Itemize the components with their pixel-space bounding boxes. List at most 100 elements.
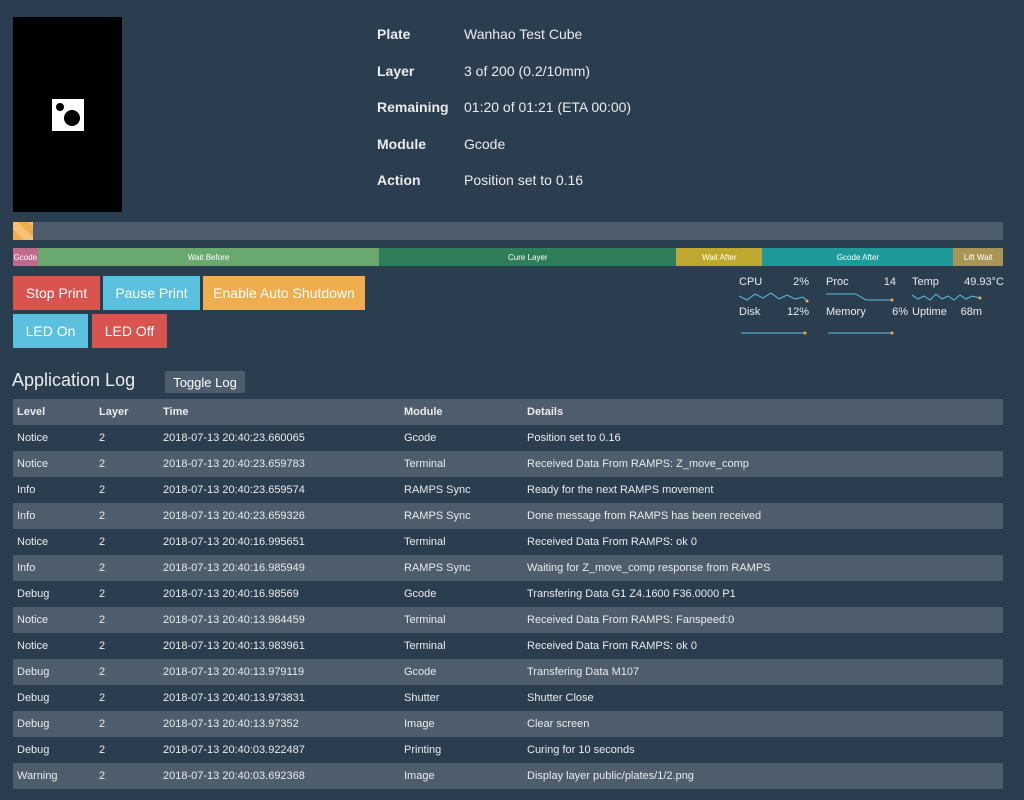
cell-time: 2018-07-13 20:40:03.692368 [163, 770, 305, 782]
cell-details: Waiting for Z_move_comp response from RA… [527, 562, 771, 574]
stat-value: 14 [883, 276, 896, 288]
stage-lift-wait: Lift Wait [953, 248, 1003, 266]
column-header-layer: Layer [99, 406, 129, 418]
cell-module: Gcode [404, 588, 437, 600]
layer-image-icon [52, 99, 84, 131]
info-key: Layer [377, 62, 415, 79]
stat-value: 6% [892, 306, 908, 318]
cell-module: Terminal [404, 640, 446, 652]
stat-label: Memory [826, 306, 866, 318]
cpu-sparkline [739, 292, 809, 303]
application-log-table: Level Layer Time Module Details Notice 2 2… [13, 399, 1003, 789]
stat-proc: Proc 14 [826, 276, 896, 306]
led-off-button[interactable]: LED Off [92, 314, 167, 348]
cell-details: Received Data From RAMPS: ok 0 [527, 536, 697, 548]
disk-sparkline [741, 331, 807, 335]
cell-time: 2018-07-13 20:40:13.97352 [163, 718, 299, 730]
stat-value: 68m [960, 306, 982, 318]
cell-time: 2018-07-13 20:40:23.659783 [163, 458, 305, 470]
cell-module: Shutter [404, 692, 440, 704]
table-row: Debug 2 2018-07-13 20:40:16.98569 Gcode Tran… [13, 581, 1003, 607]
info-value: 3 of 200 (0.2/10mm) [464, 62, 591, 79]
stat-temp: Temp 49.93°C [912, 276, 1004, 306]
column-header-module: Module [404, 406, 443, 418]
table-row: Notice 2 2018-07-13 20:40:16.995651 Termina… [13, 529, 1003, 555]
pause-print-button[interactable]: Pause Print [103, 276, 200, 310]
info-value: 01:20 of 01:21 (ETA 00:00) [464, 99, 632, 115]
stat-value: 2% [793, 276, 809, 288]
cell-layer: 2 [99, 510, 106, 522]
info-key: Module [377, 135, 426, 152]
cell-time: 2018-07-13 20:40:13.979119 [163, 666, 305, 678]
print-progress-bar [13, 222, 1003, 240]
cell-time: 2018-07-13 20:40:13.983961 [163, 640, 305, 652]
cell-module: Image [404, 718, 435, 730]
table-row: Info 2 2018-07-13 20:40:23.659574 RAMPS Syn… [13, 477, 1003, 503]
table-row: Notice 2 2018-07-13 20:40:23.660065 Gcode Po… [13, 425, 1003, 451]
cell-layer: 2 [99, 770, 106, 782]
stat-label: CPU [739, 276, 763, 288]
info-key: Action [377, 172, 421, 188]
cell-details: Display layer public/plates/1/2.png [527, 770, 694, 782]
cell-level: Notice [17, 640, 49, 652]
cell-level: Warning [17, 770, 58, 782]
cell-level: Debug [17, 718, 50, 730]
cell-level: Debug [17, 744, 50, 756]
print-info-panel: Plate Wanhao Test Cube Layer 3 of 200 (0… [377, 26, 631, 209]
led-on-button[interactable]: LED On [13, 314, 88, 348]
toggle-log-button[interactable]: Toggle Log [165, 371, 245, 393]
temp-sparkline [912, 293, 982, 301]
table-row: Debug 2 2018-07-13 20:40:13.973831 Shutter S… [13, 685, 1003, 711]
cell-details: Transfering Data M107 [527, 666, 640, 678]
cell-level: Notice [17, 614, 49, 626]
cell-details: Received Data From RAMPS: Fanspeed:0 [527, 614, 735, 626]
info-row-remaining: Remaining 01:20 of 01:21 (ETA 00:00) [377, 99, 631, 136]
proc-sparkline [826, 293, 894, 302]
stat-label: Uptime [912, 306, 947, 318]
enable-auto-shutdown-button[interactable]: Enable Auto Shutdown [203, 276, 365, 310]
stop-print-button[interactable]: Stop Print [13, 276, 100, 310]
cell-module: RAMPS Sync [404, 484, 471, 496]
info-row-action: Action Position set to 0.16 [377, 172, 631, 209]
cell-time: 2018-07-13 20:40:13.973831 [163, 692, 305, 704]
cell-layer: 2 [99, 588, 106, 600]
cell-time: 2018-07-13 20:40:13.984459 [163, 614, 305, 626]
info-key: Plate [377, 26, 411, 42]
cell-level: Info [17, 484, 36, 496]
stage-gcode: Gcode [13, 248, 38, 266]
cell-details: Shutter Close [527, 692, 594, 704]
table-header-row: Level Layer Time Module Details [13, 399, 1003, 425]
stat-memory: Memory 6% [826, 306, 908, 336]
cell-module: RAMPS Sync [404, 510, 471, 522]
cell-layer: 2 [99, 718, 106, 730]
table-row: Warning 2 2018-07-13 20:40:03.692368 Image D… [13, 763, 1003, 789]
memory-sparkline [828, 331, 894, 335]
cell-layer: 2 [99, 640, 106, 652]
cell-details: Received Data From RAMPS: Z_move_comp [527, 458, 749, 470]
info-value: Position set to 0.16 [464, 172, 584, 188]
info-row-layer: Layer 3 of 200 (0.2/10mm) [377, 63, 631, 100]
stat-label: Proc [826, 276, 849, 288]
stat-value: 49.93°C [964, 276, 1004, 288]
cell-time: 2018-07-13 20:40:16.985949 [163, 562, 305, 574]
cell-layer: 2 [99, 614, 106, 626]
cell-time: 2018-07-13 20:40:23.659574 [163, 484, 305, 496]
cell-details: Done message from RAMPS has been receive… [527, 510, 762, 522]
cell-module: Gcode [404, 432, 437, 444]
cell-details: Received Data From RAMPS: ok 0 [527, 640, 697, 652]
table-row: Debug 2 2018-07-13 20:40:13.97352 Image Clea… [13, 711, 1003, 737]
layer-stage-bar: Gcode Wait Before Cure Layer Wait After … [13, 248, 1003, 266]
stat-value: 12% [786, 306, 809, 318]
stat-cpu: CPU 2% [739, 276, 809, 306]
table-row: Notice 2 2018-07-13 20:40:13.983961 Termina… [13, 633, 1003, 659]
cell-layer: 2 [99, 536, 106, 548]
cell-layer: 2 [99, 484, 106, 496]
stage-wait-after: Wait After [676, 248, 763, 266]
application-log-title: Application Log [12, 370, 136, 390]
table-row: Info 2 2018-07-13 20:40:23.659326 RAMPS Syn… [13, 503, 1003, 529]
cell-layer: 2 [99, 562, 106, 574]
stage-cure-layer: Cure Layer [379, 248, 677, 266]
info-row-module: Module Gcode [377, 136, 631, 173]
cell-module: Printing [404, 744, 442, 756]
info-key: Remaining [377, 99, 449, 115]
